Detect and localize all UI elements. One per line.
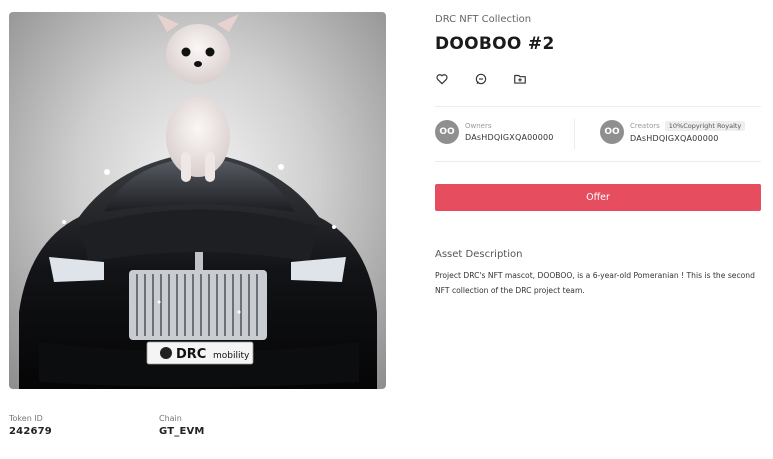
creator-address[interactable]: DAsHDQIGXQA00000 <box>630 134 745 143</box>
owner-avatar: OO <box>435 120 459 144</box>
owners-label: Owners <box>465 122 492 130</box>
royalty-badge: 10%Copyright Royalty <box>664 121 746 131</box>
artwork-illustration: DRC mobility <box>19 14 377 389</box>
heart-icon[interactable] <box>435 72 449 86</box>
action-bar <box>435 72 761 86</box>
token-id-section: Token ID 242679 <box>9 414 52 437</box>
nft-artwork-image[interactable]: DRC mobility <box>9 12 386 389</box>
token-id-label: Token ID <box>9 414 43 423</box>
owner-info[interactable]: OO Owners DAsHDQIGXQA00000 <box>435 120 554 144</box>
chain-label: Chain <box>159 414 182 423</box>
divider <box>574 119 575 149</box>
plate-subtext: mobility <box>213 351 250 361</box>
nft-details-panel: DRC NFT Collection DOOBOO #2 OO Owners D… <box>435 14 761 295</box>
chain-section: Chain GT_EVM <box>159 414 205 437</box>
owner-address[interactable]: DAsHDQIGXQA00000 <box>465 133 554 142</box>
chat-icon[interactable] <box>474 72 488 86</box>
plate-text: DRC <box>176 347 206 362</box>
folder-plus-icon[interactable] <box>513 72 527 86</box>
token-id-value: 242679 <box>9 426 52 437</box>
owners-creators-section: OO Owners DAsHDQIGXQA00000 OO Creators 10… <box>435 106 761 162</box>
asset-description-title: Asset Description <box>435 249 523 260</box>
nft-title: DOOBOO #2 <box>435 34 555 54</box>
offer-button[interactable]: Offer <box>435 184 761 211</box>
creator-avatar: OO <box>600 120 624 144</box>
chain-value: GT_EVM <box>159 426 205 437</box>
creator-info[interactable]: OO Creators 10%Copyright Royalty DAsHDQIG… <box>600 120 746 144</box>
asset-description-text: Project DRC's NFT mascot, DOOBOO, is a 6… <box>435 271 755 295</box>
collection-name[interactable]: DRC NFT Collection <box>435 14 761 25</box>
creators-label: Creators <box>630 122 660 130</box>
